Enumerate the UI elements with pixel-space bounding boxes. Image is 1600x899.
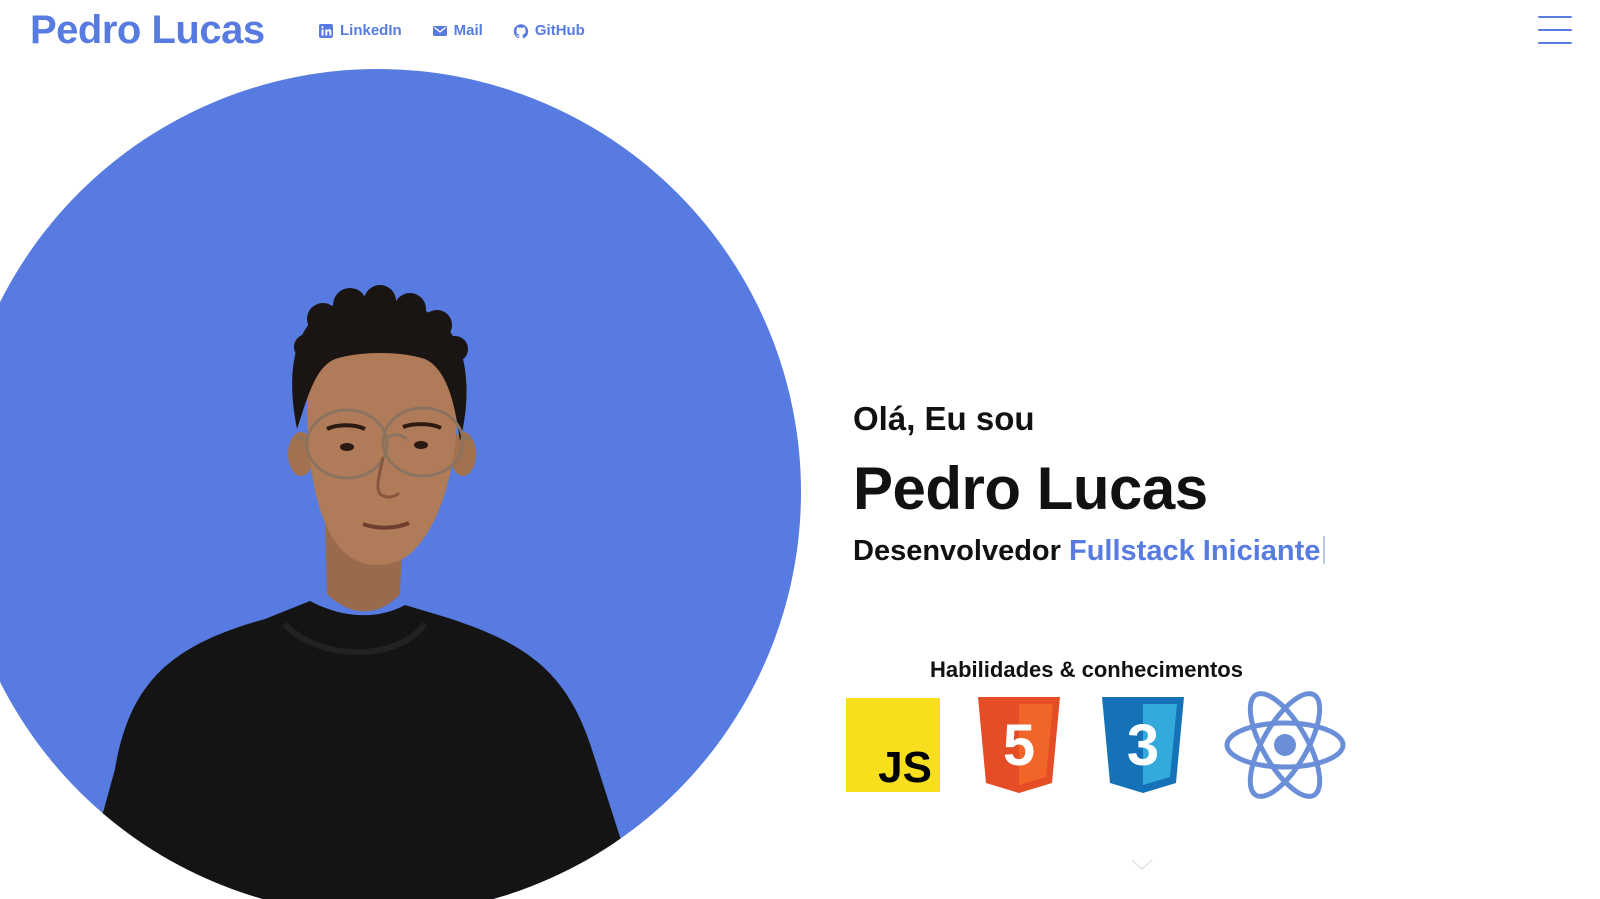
menu-line [1538,29,1572,31]
page: Pedro Lucas LinkedIn Mail GitHub Olá, Eu… [0,0,1600,899]
nav-linkedin[interactable]: LinkedIn [318,22,402,39]
hamburger-menu-icon[interactable] [1538,16,1572,44]
css3-icon-text: 3 [1127,713,1159,778]
top-nav: LinkedIn Mail GitHub [318,22,585,39]
typing-cursor [1323,536,1326,564]
javascript-icon: JS [846,698,940,792]
react-icon [1222,688,1348,802]
hero-greeting: Olá, Eu sou [853,400,1035,437]
profile-photo [68,285,640,899]
role-prefix: Desenvolvedor [853,535,1061,567]
nav-github-label: GitHub [534,22,585,39]
css3-icon: 3 [1098,695,1188,795]
menu-line [1538,16,1572,18]
javascript-icon-text: JS [878,743,932,792]
hero-role: Desenvolvedor Fullstack Iniciante [853,535,1326,568]
html5-icon-text: 5 [1003,713,1035,778]
skills-list: JS 5 3 [846,688,1348,802]
menu-line [1538,42,1572,44]
mail-icon [432,23,448,39]
nav-linkedin-label: LinkedIn [340,22,402,39]
github-icon [513,23,529,39]
hero-circle [0,69,801,899]
hero-name: Pedro Lucas [853,455,1208,522]
nav-mail[interactable]: Mail [432,22,483,39]
nav-github[interactable]: GitHub [513,22,585,39]
nav-mail-label: Mail [453,22,483,39]
site-brand[interactable]: Pedro Lucas [30,8,265,53]
role-highlight: Fullstack Iniciante [1068,535,1321,567]
html5-icon: 5 [974,695,1064,795]
skills-title: Habilidades & conhecimentos [930,657,1243,682]
chevron-down-icon[interactable] [1130,858,1154,872]
linkedin-icon [318,23,334,39]
